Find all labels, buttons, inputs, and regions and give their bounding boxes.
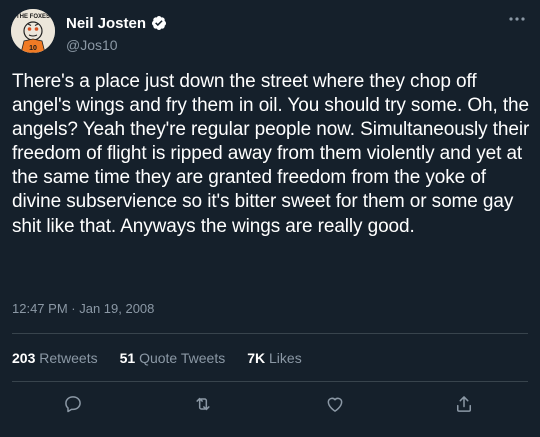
- tweet-time[interactable]: 12:47 PM: [12, 301, 68, 316]
- divider: [12, 333, 528, 334]
- avatar[interactable]: THE FOXES 10: [11, 9, 55, 53]
- tweet-actions: [0, 391, 540, 417]
- quote-tweets-count: 51: [119, 350, 136, 366]
- tweet-text: There's a place just down the street whe…: [12, 71, 530, 237]
- share-icon[interactable]: [451, 391, 477, 417]
- divider: [12, 381, 528, 382]
- likes-stat[interactable]: 7K Likes: [247, 350, 301, 366]
- tweet-date[interactable]: Jan 19, 2008: [79, 301, 154, 316]
- tweet-card: THE FOXES 10 Neil Josten @Jos10 There's …: [0, 0, 540, 437]
- more-horizontal-icon[interactable]: [506, 10, 528, 28]
- avatar-jersey-number: 10: [29, 45, 37, 52]
- tweet-stats: 203 Retweets 51 Quote Tweets 7K Likes: [12, 350, 302, 366]
- author-handle[interactable]: @Jos10: [66, 37, 118, 53]
- likes-label: Likes: [269, 350, 302, 366]
- reply-icon[interactable]: [60, 391, 86, 417]
- retweets-label: Retweets: [39, 350, 98, 366]
- author-display-name[interactable]: Neil Josten: [66, 15, 146, 32]
- avatar-header-text: THE FOXES: [16, 14, 50, 20]
- avatar-image: THE FOXES 10: [11, 9, 55, 53]
- quote-tweets-label: Quote Tweets: [139, 350, 226, 366]
- retweets-stat[interactable]: 203 Retweets: [12, 350, 98, 366]
- likes-count: 7K: [247, 350, 266, 366]
- retweets-count: 203: [12, 350, 36, 366]
- author-name-row: Neil Josten: [66, 14, 167, 32]
- quote-tweets-stat[interactable]: 51 Quote Tweets: [120, 350, 226, 366]
- verified-badge-icon: [151, 15, 167, 31]
- timestamp-separator: ·: [67, 301, 80, 316]
- tweet-timestamp: 12:47 PM · Jan 19, 2008: [12, 301, 154, 316]
- retweet-icon[interactable]: [190, 391, 216, 417]
- heart-icon[interactable]: [322, 391, 348, 417]
